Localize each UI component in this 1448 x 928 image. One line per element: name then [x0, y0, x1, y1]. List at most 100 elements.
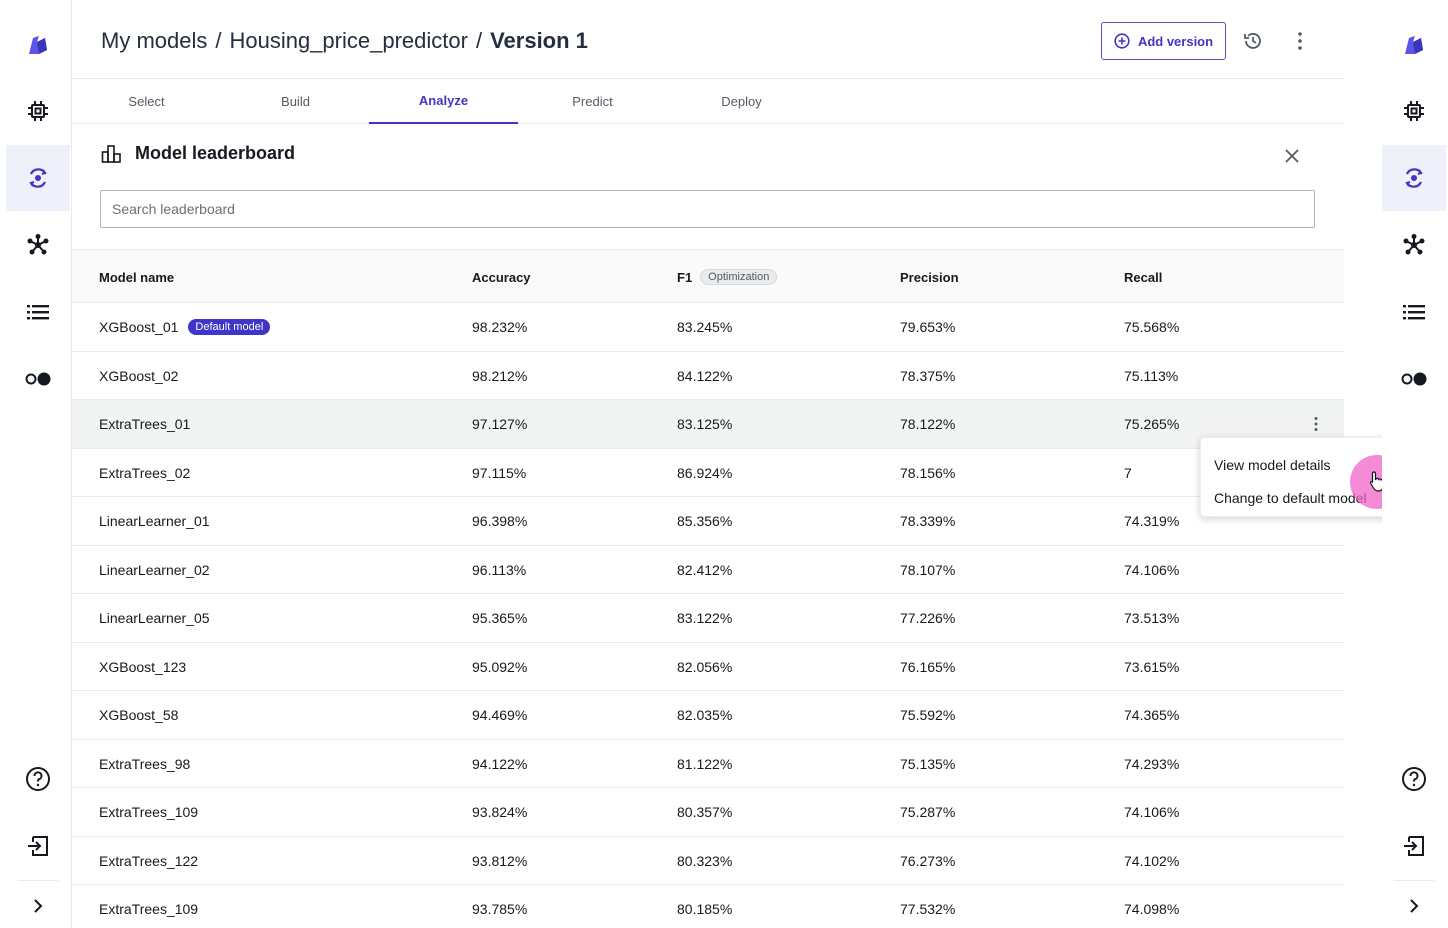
cell-accuracy-text: 98.212% [472, 367, 528, 384]
cell-precision: 78.107% [900, 546, 955, 594]
cell-name-text: ExtraTrees_109 [99, 804, 199, 820]
cell-accuracy: 93.785% [472, 885, 527, 928]
more-vertical-icon[interactable] [1290, 30, 1310, 57]
models-icon[interactable] [1382, 145, 1446, 211]
cell-f1: 85.356% [677, 497, 732, 545]
cell-precision: 75.135% [900, 740, 955, 788]
nodes-icon[interactable] [6, 212, 70, 278]
table-row[interactable]: XGBoost_58 94.469% 82.035% 75.592% 74.365% [72, 691, 1344, 740]
add-version-button[interactable]: Add version [1101, 22, 1226, 60]
cell-precision: 76.165% [900, 643, 955, 691]
cell-f1-text: 82.035% [677, 707, 733, 723]
cell-accuracy: 96.113% [472, 546, 526, 594]
cell-name: ExtraTrees_98 [99, 740, 190, 788]
nodes-icon[interactable] [1382, 212, 1446, 278]
table-row[interactable]: XGBoost_02 98.212% 84.122% 78.375% 75.113% [72, 352, 1344, 400]
cell-name-text: LinearLearner_01 [99, 513, 210, 529]
cell-accuracy: 95.092% [472, 643, 527, 691]
table-row[interactable]: XGBoost_123 95.092% 82.056% 76.165% 73.615% [72, 643, 1344, 691]
row-more-icon[interactable] [1312, 416, 1320, 437]
cell-accuracy: 94.469% [472, 691, 527, 739]
cell-f1-text: 83.125% [677, 416, 733, 432]
table-row[interactable]: ExtraTrees_109 93.785% 80.185% 77.532% 74.09… [72, 885, 1344, 928]
toggle-icon[interactable] [6, 346, 70, 412]
table-row[interactable]: XGBoost_01 Default model 98.232% 83.245% 79.… [72, 303, 1344, 352]
breadcrumb-model[interactable]: Housing_price_predictor [229, 28, 467, 53]
chevron-right-icon[interactable] [6, 884, 70, 928]
cell-f1: 80.357% [677, 788, 732, 836]
cell-precision: 77.532% [900, 885, 955, 928]
cell-precision-text: 75.592% [900, 707, 956, 723]
cell-name: XGBoost_02 [99, 352, 178, 400]
sign-out-icon[interactable] [6, 813, 70, 879]
cell-accuracy: 95.365% [472, 594, 527, 642]
logo-icon[interactable] [6, 12, 70, 78]
column-header-recall[interactable]: Recall [1124, 250, 1162, 304]
cell-recall-text: 74.102% [1124, 852, 1180, 869]
close-icon[interactable] [1282, 146, 1302, 171]
help-icon[interactable] [6, 746, 70, 812]
list-icon[interactable] [1382, 279, 1446, 345]
cell-precision-text: 79.653% [900, 319, 956, 335]
breadcrumb-separator: / [215, 28, 222, 53]
cell-recall-text: 7 [1124, 464, 1132, 481]
search-leaderboard-input[interactable] [100, 190, 1315, 228]
tab-build[interactable]: Build [221, 79, 370, 124]
column-header-label: Precision [900, 269, 959, 285]
chip-icon[interactable] [1382, 78, 1446, 144]
cell-f1: 86.924% [677, 449, 732, 497]
tab-analyze[interactable]: Analyze [369, 79, 518, 124]
chip-icon[interactable] [6, 78, 70, 144]
tab-deploy[interactable]: Deploy [667, 79, 816, 124]
cell-f1: 84.122% [677, 352, 732, 400]
column-header-label: F1 [677, 269, 693, 285]
cell-accuracy-text: 93.785% [472, 901, 528, 917]
table-row[interactable]: ExtraTrees_122 93.812% 80.323% 76.273% 74.10… [72, 837, 1344, 885]
toggle-icon[interactable] [1382, 346, 1446, 412]
cell-accuracy-text: 97.115% [472, 464, 527, 481]
table-row[interactable]: ExtraTrees_02 97.115% 86.924% 78.156% 7 [72, 449, 1344, 497]
column-header-accuracy[interactable]: Accuracy [472, 250, 531, 304]
cell-f1-text: 83.122% [677, 610, 733, 626]
history-icon[interactable] [1242, 30, 1264, 57]
cell-f1-text: 84.122% [677, 367, 733, 384]
default-model-badge: Default model [188, 319, 271, 335]
logo-icon[interactable] [1382, 12, 1446, 78]
column-header-f1[interactable]: F1 Optimization [677, 250, 778, 304]
models-icon[interactable] [6, 145, 70, 211]
cell-recall-text: 74.319% [1124, 513, 1180, 529]
table-row[interactable]: LinearLearner_05 95.365% 83.122% 77.226% 73.… [72, 594, 1344, 643]
sign-out-icon[interactable] [1382, 813, 1446, 879]
cell-f1-text: 80.185% [677, 901, 733, 917]
table-row[interactable]: ExtraTrees_01 97.127% 83.125% 78.122% 75.265… [72, 400, 1344, 449]
cell-accuracy-text: 93.824% [472, 804, 528, 820]
cell-name-text: ExtraTrees_01 [99, 416, 191, 432]
cell-recall: 74.319% [1124, 497, 1179, 545]
cell-accuracy-text: 94.469% [472, 707, 528, 723]
tab-select[interactable]: Select [72, 79, 221, 124]
help-icon[interactable] [1382, 746, 1446, 812]
cell-precision: 75.287% [900, 788, 955, 836]
cell-precision: 75.592% [900, 691, 955, 739]
table-row[interactable]: LinearLearner_01 96.398% 85.356% 78.339% 74.… [72, 497, 1344, 546]
breadcrumb-separator: / [475, 28, 483, 53]
cell-name: ExtraTrees_01 [99, 400, 190, 448]
cell-accuracy: 97.127% [472, 400, 527, 448]
chevron-right-icon[interactable] [1382, 884, 1446, 928]
cell-name-text: LinearLearner_02 [99, 561, 210, 578]
table-row[interactable]: LinearLearner_02 96.113% 82.412% 78.107% 74.… [72, 546, 1344, 594]
breadcrumb-root[interactable]: My models [101, 28, 207, 53]
cell-recall: 75.113% [1124, 352, 1178, 400]
cell-f1-text: 85.356% [677, 513, 733, 529]
cell-f1: 83.245% [677, 303, 732, 351]
tab-predict[interactable]: Predict [518, 79, 667, 124]
table-body: XGBoost_01 Default model 98.232% 83.245% 79.… [72, 303, 1344, 928]
table-row[interactable]: ExtraTrees_98 94.122% 81.122% 75.135% 74.293… [72, 740, 1344, 788]
cell-f1: 80.323% [677, 837, 732, 885]
column-header-precision[interactable]: Precision [900, 250, 959, 304]
list-icon[interactable] [6, 279, 70, 345]
table-row[interactable]: ExtraTrees_109 93.824% 80.357% 75.287% 74.10… [72, 788, 1344, 837]
cell-name-text: XGBoost_58 [99, 707, 179, 723]
cell-precision-text: 76.273% [900, 852, 956, 869]
column-header-model-name[interactable]: Model name [99, 250, 174, 304]
